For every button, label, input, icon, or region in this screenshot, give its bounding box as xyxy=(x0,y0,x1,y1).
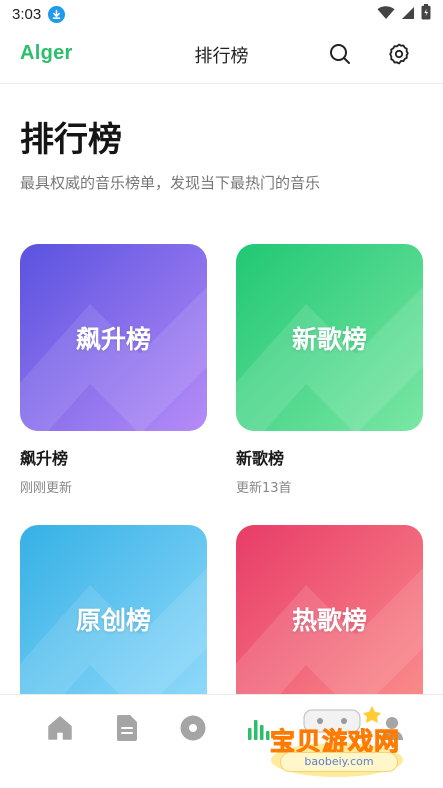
chart-title: 飙升榜 xyxy=(20,449,69,468)
chart-cover-label: 原创榜 xyxy=(75,605,151,635)
chart-cover[interactable]: 飙升榜 xyxy=(20,244,207,431)
search-icon xyxy=(328,42,352,70)
page-subtitle: 最具权威的音乐榜单，发现当下最热门的音乐 xyxy=(20,174,321,192)
status-time: 3:03 xyxy=(12,5,42,23)
chart-cover[interactable]: 新歌榜 xyxy=(236,244,423,431)
chart-cover-label: 新歌榜 xyxy=(291,324,367,354)
settings-button[interactable] xyxy=(379,36,419,76)
page-title: 排行榜 xyxy=(20,120,122,160)
battery-icon xyxy=(421,4,431,24)
nav-disc[interactable] xyxy=(176,713,210,747)
chart-cover[interactable]: 热歌榜 xyxy=(236,525,423,712)
chart-cover-label: 热歌榜 xyxy=(291,605,367,635)
chart-card-original[interactable]: 原创榜 xyxy=(20,525,207,712)
site-watermark: 宝贝游戏网 baobeiy.com xyxy=(262,700,412,780)
disc-icon xyxy=(179,714,207,746)
search-button[interactable] xyxy=(320,36,360,76)
app-bar: Alger 排行榜 xyxy=(0,28,443,84)
status-bar: 3:03 xyxy=(0,0,443,28)
chart-update-status: 刚刚更新 xyxy=(20,481,73,496)
chart-title: 新歌榜 xyxy=(236,449,285,468)
chart-card-soaring[interactable]: 飙升榜 飙升榜 刚刚更新 xyxy=(20,244,207,496)
nav-home[interactable] xyxy=(43,713,77,747)
signal-icon xyxy=(401,5,415,24)
wifi-icon xyxy=(377,5,395,24)
watermark-url: baobeiy.com xyxy=(280,752,398,772)
app-bar-title: 排行榜 xyxy=(194,46,249,67)
chart-cover[interactable]: 原创榜 xyxy=(20,525,207,712)
chart-card-hot-songs[interactable]: 热歌榜 xyxy=(236,525,423,712)
chart-card-new-songs[interactable]: 新歌榜 新歌榜 更新13首 xyxy=(236,244,423,496)
gear-icon xyxy=(387,42,411,70)
chart-update-status: 更新13首 xyxy=(236,481,292,496)
chart-cover-label: 飙升榜 xyxy=(75,324,151,354)
home-icon xyxy=(46,714,74,746)
document-icon xyxy=(114,714,140,746)
nav-document[interactable] xyxy=(110,713,144,747)
download-badge-icon xyxy=(48,5,66,23)
